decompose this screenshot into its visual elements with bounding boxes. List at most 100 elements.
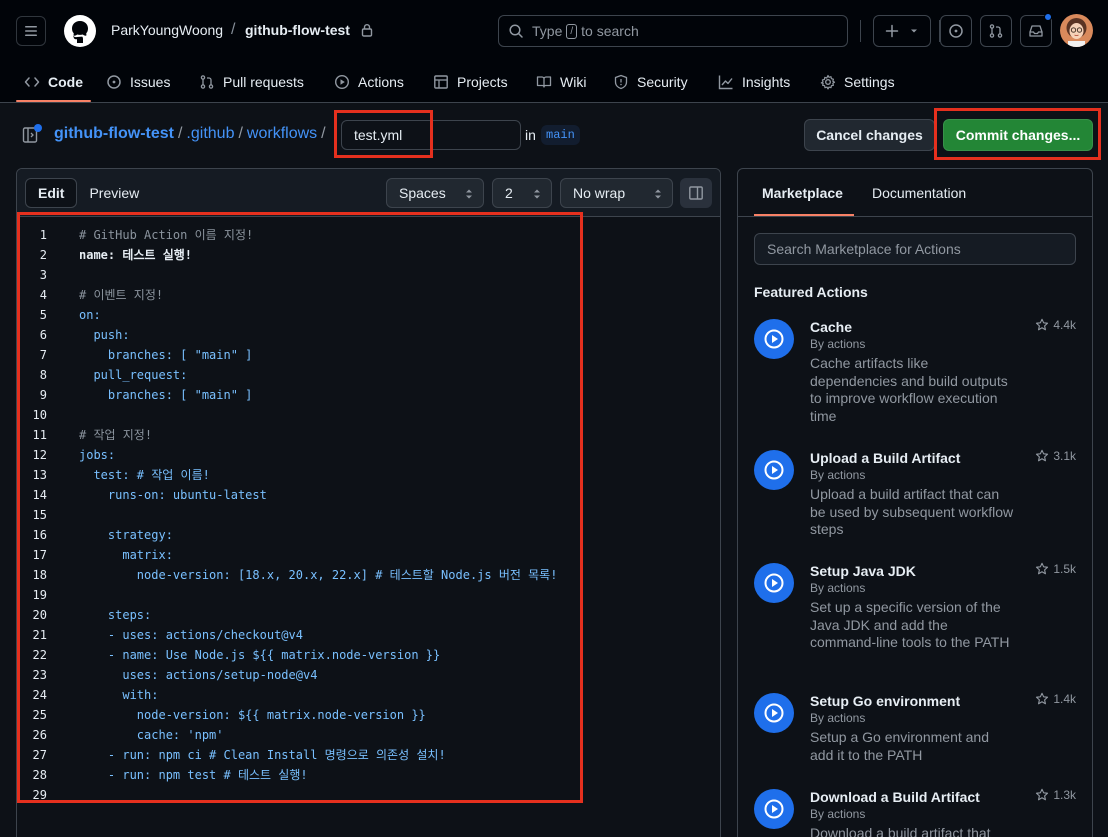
tab-insights-label: Insights xyxy=(742,74,791,90)
action-stars: 1.5k xyxy=(1035,562,1076,576)
stars-count: 1.4k xyxy=(1053,692,1076,706)
stars-count: 3.1k xyxy=(1053,449,1076,463)
tab-security-label: Security xyxy=(637,74,688,90)
breadcrumb-separator: / xyxy=(238,125,243,142)
line-number: 5 xyxy=(39,308,47,322)
star-icon xyxy=(1036,692,1049,705)
breadcrumb-repo-link[interactable]: github-flow-test xyxy=(54,125,174,143)
line-number: 19 xyxy=(32,588,47,602)
code-text: - name: Use Node.js ${{ matrix.node-vers… xyxy=(79,648,441,662)
issues-button[interactable] xyxy=(940,15,972,47)
tab-pull-requests[interactable]: Pull requests xyxy=(199,62,304,102)
tab-projects[interactable]: Projects xyxy=(433,62,508,102)
tab-settings[interactable]: Settings xyxy=(820,62,895,102)
line-number: 16 xyxy=(32,528,47,542)
line-number: 14 xyxy=(32,488,47,502)
code-line: 25 node-version: ${{ matrix.node-version… xyxy=(17,705,720,725)
tab-marketplace[interactable]: Marketplace xyxy=(762,185,843,201)
avatar[interactable] xyxy=(1060,14,1093,47)
code-line: 23 uses: actions/setup-node@v4 xyxy=(17,665,720,685)
action-name[interactable]: Upload a Build Artifact xyxy=(810,450,960,466)
line-number: 25 xyxy=(32,708,47,722)
line-number: 22 xyxy=(32,648,47,662)
wrap-mode-select[interactable]: No wrap xyxy=(560,178,673,208)
owner-link[interactable]: ParkYoungWoong xyxy=(111,22,223,38)
tab-documentation[interactable]: Documentation xyxy=(872,185,966,201)
line-number: 11 xyxy=(32,428,47,442)
sidebar-toggle-button[interactable] xyxy=(680,178,712,208)
commit-changes-button[interactable]: Commit changes... xyxy=(943,119,1093,151)
code-line: 1 # GitHub Action 이름 지정! xyxy=(17,225,720,245)
indent-size-select[interactable]: 2 xyxy=(492,178,552,208)
action-stars: 3.1k xyxy=(1035,449,1076,463)
pull-requests-button[interactable] xyxy=(980,15,1012,47)
search-prefix: Type xyxy=(532,23,563,39)
action-name[interactable]: Setup Java JDK xyxy=(810,563,916,579)
repo-link[interactable]: github-flow-test xyxy=(245,22,350,38)
action-author: By actions xyxy=(810,807,866,821)
line-number: 26 xyxy=(32,728,47,742)
stars-count: 1.3k xyxy=(1053,788,1076,802)
tab-wiki[interactable]: Wiki xyxy=(536,62,586,102)
tab-security[interactable]: Security xyxy=(613,62,688,102)
global-search-input[interactable]: Type / to search xyxy=(498,15,848,47)
action-name[interactable]: Setup Go environment xyxy=(810,693,960,709)
breadcrumb-github-dir[interactable]: .github xyxy=(186,125,234,143)
notification-indicator xyxy=(1044,13,1052,21)
action-play-icon xyxy=(754,450,794,490)
marketplace-tabs: Marketplace Documentation xyxy=(738,169,1092,217)
inbox-icon xyxy=(1029,25,1043,37)
github-logo-icon[interactable] xyxy=(64,15,96,47)
action-play-icon xyxy=(754,789,794,829)
code-text: with: xyxy=(79,688,159,702)
triangle-down-icon xyxy=(911,29,917,33)
code-line: 4 # 이벤트 지정! xyxy=(17,285,720,305)
line-number: 15 xyxy=(32,508,47,522)
action-play-icon xyxy=(754,319,794,359)
code-text: branches: [ "main" ] xyxy=(79,348,253,362)
create-new-button[interactable] xyxy=(873,15,931,47)
code-line: 20 steps: xyxy=(17,605,720,625)
action-stars: 1.3k xyxy=(1035,788,1076,802)
line-number: 3 xyxy=(39,268,47,282)
git-pull-request-icon xyxy=(989,24,1003,38)
line-number: 23 xyxy=(32,668,47,682)
select-caret-icon xyxy=(466,189,472,199)
menu-button[interactable] xyxy=(16,16,46,46)
action-author: By actions xyxy=(810,711,866,725)
marketplace-search-input[interactable]: Search Marketplace for Actions xyxy=(754,233,1076,265)
line-number: 20 xyxy=(32,608,47,622)
breadcrumb-workflows-dir[interactable]: workflows xyxy=(247,125,317,143)
tab-issues[interactable]: Issues xyxy=(106,62,170,102)
plus-icon xyxy=(885,24,899,38)
line-number: 10 xyxy=(32,408,47,422)
search-shortcut-key: / xyxy=(566,23,578,39)
tab-code[interactable]: Code xyxy=(24,62,83,102)
code-line: 29 xyxy=(17,785,720,805)
tab-issues-label: Issues xyxy=(130,74,171,90)
stars-count: 1.5k xyxy=(1053,562,1076,576)
action-author: By actions xyxy=(810,468,866,482)
tab-edit[interactable]: Edit xyxy=(25,178,78,208)
breadcrumb: github-flow-test / .github / workflows / xyxy=(54,125,330,143)
code-area[interactable]: 1 # GitHub Action 이름 지정! 2 name: 테스트 실행! 3… xyxy=(17,225,720,805)
tab-preview[interactable]: Preview xyxy=(77,178,151,208)
issue-opened-icon xyxy=(949,24,963,38)
action-description: Cache artifacts like dependencies and bu… xyxy=(810,355,1008,424)
code-line: 2 name: 테스트 실행! xyxy=(17,245,720,265)
breadcrumb-separator: / xyxy=(321,125,326,142)
code-line: 9 branches: [ "main" ] xyxy=(17,385,720,405)
action-name[interactable]: Download a Build Artifact xyxy=(810,789,980,805)
filename-input[interactable]: test.yml xyxy=(341,120,521,150)
indent-mode-select[interactable]: Spaces xyxy=(386,178,484,208)
cancel-changes-button[interactable]: Cancel changes xyxy=(804,119,935,151)
branch-in-label: in xyxy=(525,127,536,143)
tab-insights[interactable]: Insights xyxy=(718,62,790,102)
action-name[interactable]: Cache xyxy=(810,319,852,335)
gear-icon xyxy=(820,74,836,90)
code-line: 13 test: # 작업 이름! xyxy=(17,465,720,485)
active-tab-indicator xyxy=(754,214,854,216)
code-text: name: 테스트 실행! xyxy=(79,248,192,262)
tab-actions[interactable]: Actions xyxy=(334,62,404,102)
code-line: 16 strategy: xyxy=(17,525,720,545)
